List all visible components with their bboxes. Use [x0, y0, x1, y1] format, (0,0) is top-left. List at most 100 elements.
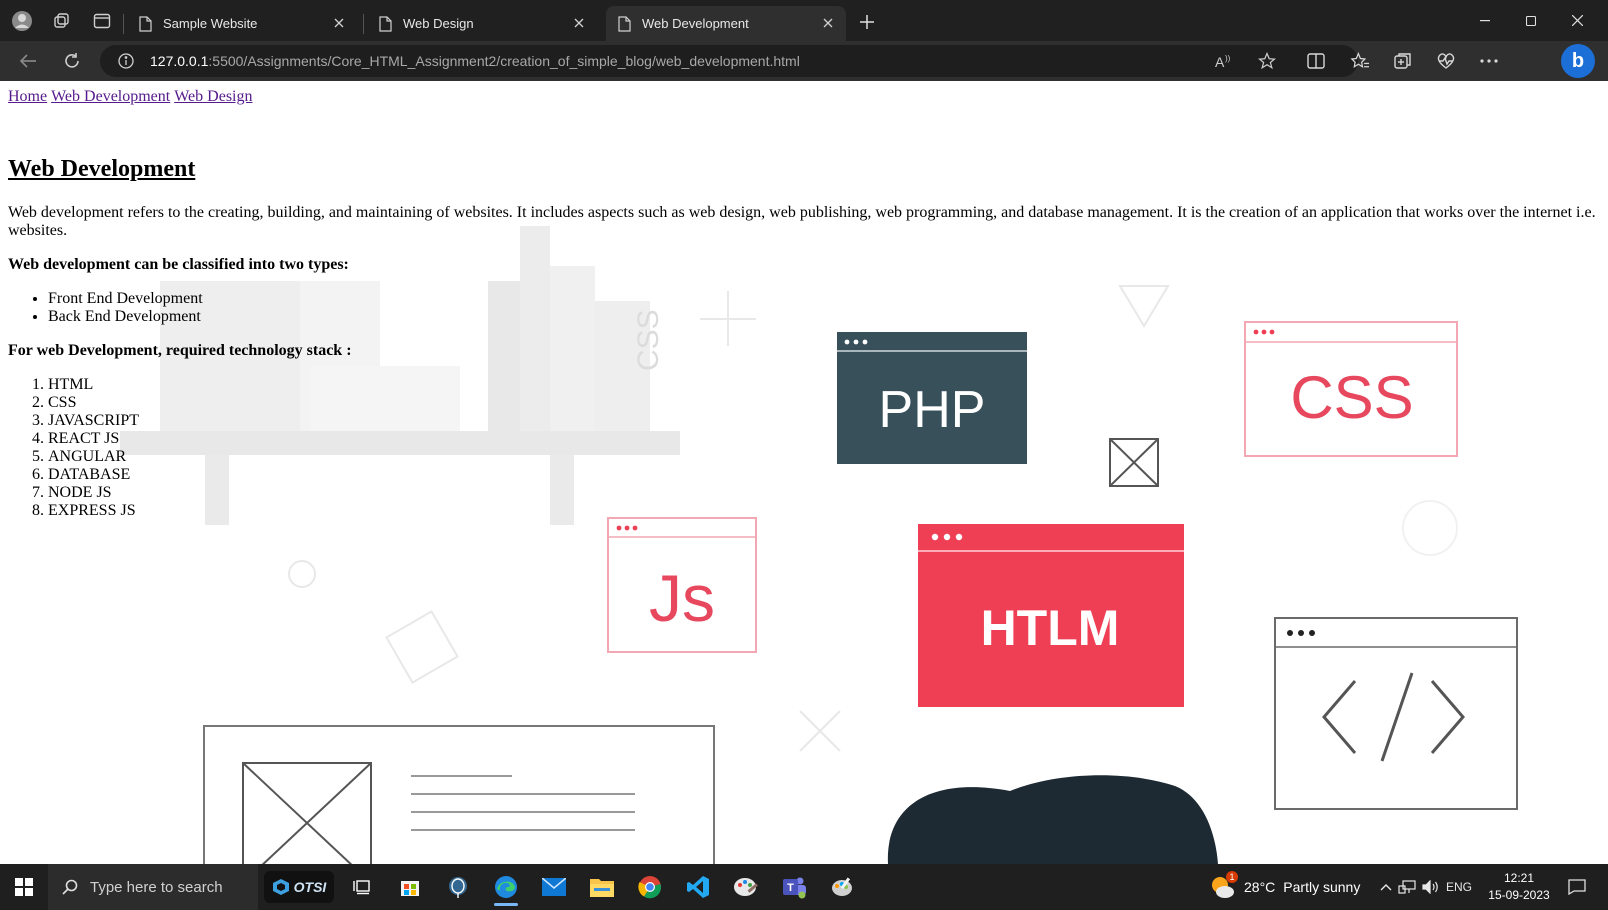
tab-label: Sample Website — [163, 16, 258, 31]
edge-browser-icon[interactable] — [486, 868, 526, 906]
list-item: REACT JS — [48, 430, 1598, 448]
browser-tab-bar: Sample Website Web Design Web Developmen… — [0, 0, 1608, 41]
list-item: Front End Development — [48, 290, 1598, 308]
search-icon — [60, 877, 80, 897]
paint-3d-icon[interactable] — [822, 868, 862, 906]
content-card — [203, 725, 715, 864]
nav-link-web-development[interactable]: Web Development — [51, 88, 170, 105]
weather-temp: 28°C — [1244, 879, 1276, 895]
url-host: 127.0.0.1 — [150, 53, 209, 69]
taskbar-search[interactable]: Type here to search — [48, 864, 258, 910]
favorite-star-icon[interactable] — [1254, 49, 1280, 73]
page-icon — [618, 15, 632, 32]
maximize-button[interactable] — [1508, 0, 1554, 41]
clock[interactable]: 12:21 15-09-2023 — [1488, 870, 1550, 904]
page-icon — [139, 15, 153, 32]
vscode-icon[interactable] — [678, 868, 718, 906]
list-item: EXPRESS JS — [48, 502, 1598, 520]
clock-date: 15-09-2023 — [1488, 888, 1550, 902]
tab-label: Web Development — [642, 16, 749, 31]
page-content: Home Web Development Web Design Web Develo… — [8, 81, 1598, 520]
tab-web-development[interactable]: Web Development — [606, 6, 846, 41]
tab-separator — [123, 14, 124, 34]
new-tab-button[interactable] — [855, 10, 879, 34]
intro-paragraph: Web development refers to the creating, … — [8, 204, 1596, 239]
nav-link-home[interactable]: Home — [8, 88, 47, 105]
top-nav: Home Web Development Web Design — [8, 88, 1598, 106]
minimize-button[interactable] — [1462, 0, 1508, 41]
file-explorer-icon[interactable] — [582, 868, 622, 906]
types-list: Front End Development Back End Developme… — [8, 290, 1598, 326]
bing-copilot-button[interactable]: b — [1561, 44, 1595, 78]
nav-link-web-design[interactable]: Web Design — [174, 88, 252, 105]
back-button[interactable] — [14, 49, 42, 73]
html-label: HTLM — [981, 600, 1120, 656]
close-icon[interactable] — [820, 15, 836, 31]
tab-web-design[interactable]: Web Design — [367, 6, 597, 41]
volume-icon[interactable] — [1422, 864, 1440, 910]
tab-sample-website[interactable]: Sample Website — [127, 6, 357, 41]
microsoft-store-icon[interactable] — [390, 868, 430, 906]
notifications-icon[interactable] — [1566, 876, 1588, 898]
list-item: Back End Development — [48, 308, 1598, 326]
list-item: JAVASCRIPT — [48, 412, 1598, 430]
otsi-label: OTSI — [293, 879, 327, 895]
paint-app-icon[interactable] — [726, 868, 766, 906]
stack-heading: For web Development, required technology… — [8, 342, 352, 359]
js-label: Js — [649, 561, 715, 635]
svg-text:)): )) — [1225, 54, 1231, 63]
teams-icon[interactable]: T — [774, 868, 814, 906]
mail-icon[interactable] — [534, 868, 574, 906]
language-label: ENG — [1446, 880, 1473, 894]
read-aloud-icon[interactable]: A)) — [1212, 49, 1238, 73]
weather-widget[interactable]: 1 28°C Partly sunny — [1210, 864, 1360, 910]
start-button[interactable] — [0, 864, 48, 910]
browser-essentials-icon[interactable] — [1432, 49, 1460, 73]
more-options-icon[interactable] — [1475, 49, 1503, 73]
chrome-icon[interactable] — [630, 868, 670, 906]
collections-icon[interactable] — [1389, 49, 1417, 73]
weather-alert-badge: 1 — [1226, 871, 1238, 883]
types-heading: Web development can be classified into t… — [8, 256, 349, 273]
code-window — [1274, 617, 1518, 810]
vertical-tabs-icon[interactable] — [82, 0, 122, 41]
tab-label: Web Design — [403, 16, 474, 31]
stack-list: HTML CSS JAVASCRIPT REACT JS ANGULAR DAT… — [8, 376, 1598, 520]
list-item: NODE JS — [48, 484, 1598, 502]
close-window-button[interactable] — [1554, 0, 1600, 41]
clock-time: 12:21 — [1503, 871, 1535, 885]
postgresql-icon[interactable] — [438, 868, 478, 906]
svg-text:A: A — [1215, 54, 1225, 69]
close-icon[interactable] — [331, 15, 347, 31]
svg-text:T: T — [787, 882, 794, 894]
network-icon[interactable] — [1398, 864, 1416, 910]
weather-sun-icon: 1 — [1210, 871, 1238, 900]
weather-desc: Partly sunny — [1283, 879, 1361, 895]
tab-separator — [363, 14, 364, 34]
address-toolbar: 127.0.0.1:5500/Assignments/Core_HTML_Ass… — [0, 41, 1608, 81]
list-item: CSS — [48, 394, 1598, 412]
show-hidden-icons[interactable] — [1380, 864, 1392, 910]
js-window: Js — [607, 517, 757, 653]
page-viewport: CSS PHP CSS Js HTLM Home Web Development… — [0, 81, 1608, 864]
page-icon — [379, 15, 393, 32]
favorites-icon[interactable] — [1346, 49, 1374, 73]
otsi-logo-icon — [272, 879, 289, 895]
url-bar[interactable]: 127.0.0.1:5500/Assignments/Core_HTML_Ass… — [100, 45, 1358, 77]
taskbar: Type here to search OTSI T 1 28°C Partly… — [0, 864, 1608, 910]
language-indicator[interactable]: ENG — [1446, 864, 1472, 910]
list-item: HTML — [48, 376, 1598, 394]
site-info-icon[interactable] — [116, 51, 136, 71]
otsi-app-button[interactable]: OTSI — [262, 868, 336, 906]
list-item: DATABASE — [48, 466, 1598, 484]
profile-icon[interactable] — [2, 0, 42, 41]
workspaces-icon[interactable] — [42, 0, 82, 41]
list-item: ANGULAR — [48, 448, 1598, 466]
refresh-button[interactable] — [58, 49, 86, 73]
close-icon[interactable] — [571, 15, 587, 31]
split-screen-icon[interactable] — [1302, 49, 1330, 73]
task-view-icon[interactable] — [342, 868, 382, 906]
search-placeholder: Type here to search — [90, 878, 223, 896]
url-path: :5500/Assignments/Core_HTML_Assignment2/… — [208, 53, 800, 69]
page-title: Web Development — [8, 156, 196, 182]
